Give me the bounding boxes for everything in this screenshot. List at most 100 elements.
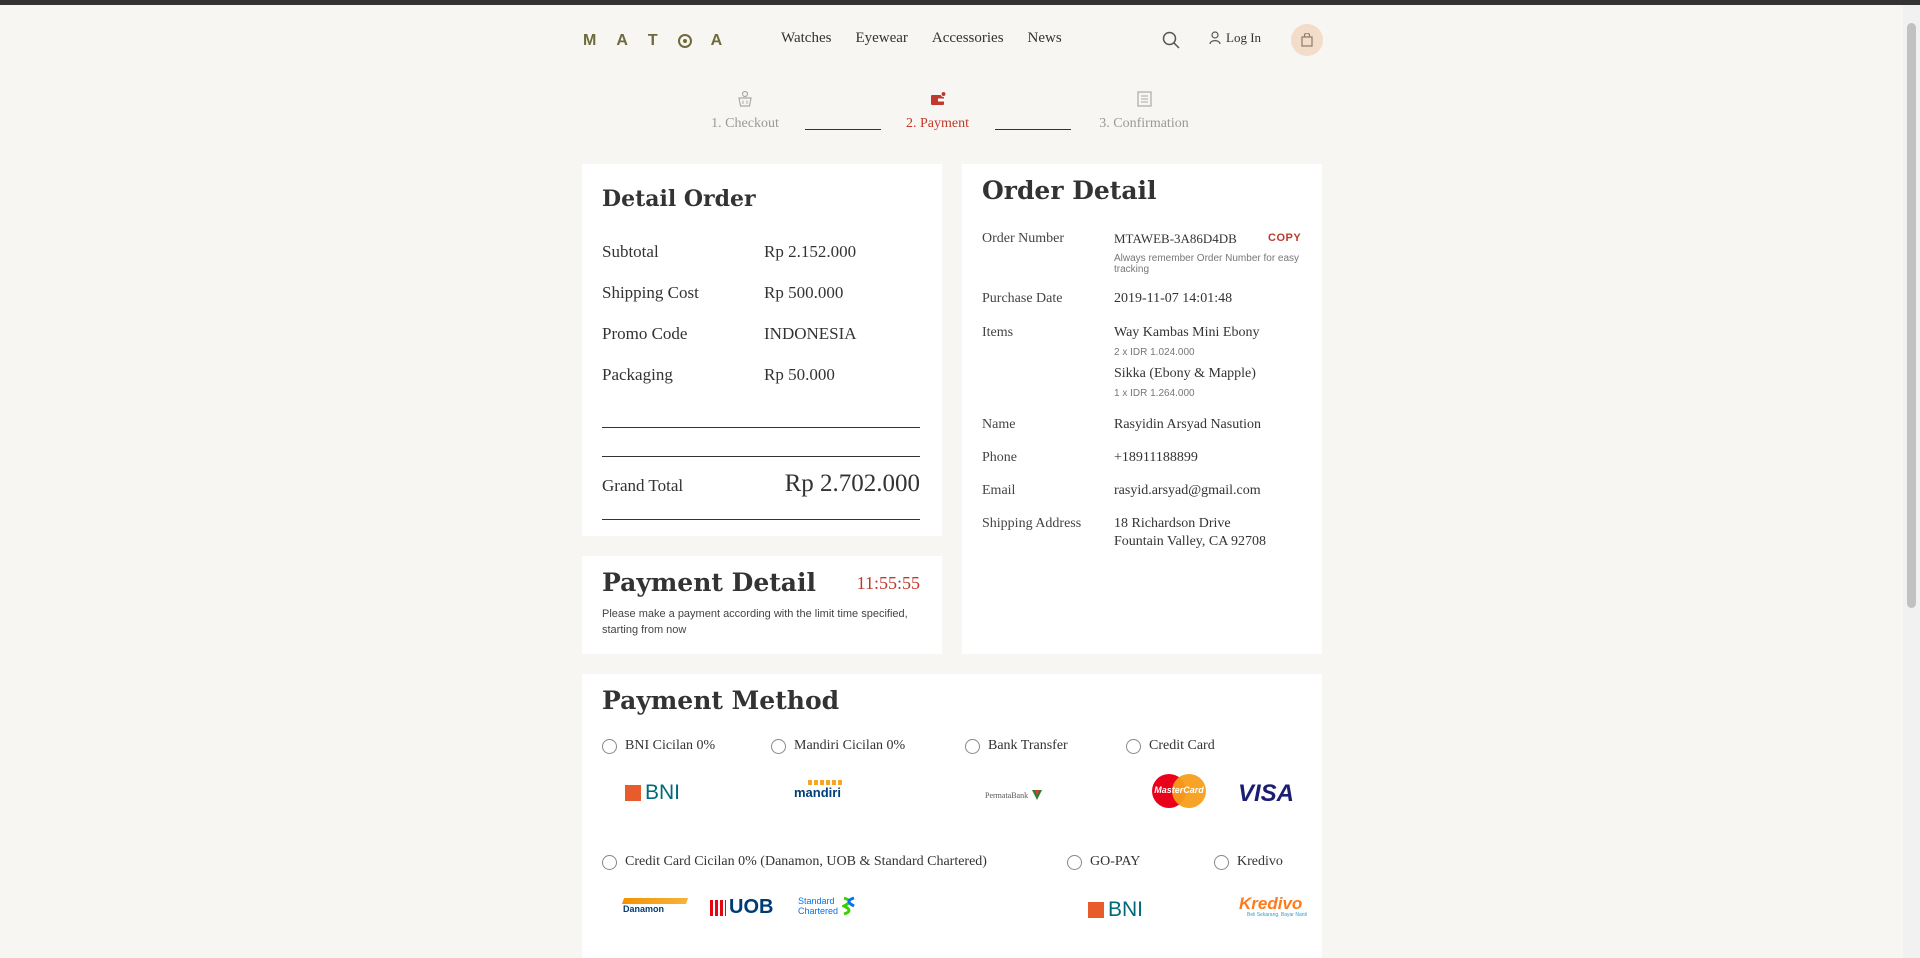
- mandiri-logo: mandiri: [794, 780, 844, 800]
- option-bank-transfer[interactable]: Bank Transfer: [965, 738, 1068, 754]
- radio-button[interactable]: [965, 738, 980, 754]
- order-detail-title: Order Detail: [982, 176, 1157, 205]
- step-divider: [995, 129, 1071, 130]
- payment-detail-title: Payment Detail: [602, 568, 816, 597]
- radio-button[interactable]: [1126, 738, 1141, 754]
- basket-icon: [738, 90, 752, 107]
- shipping-cost-value: Rp 500.000: [764, 283, 844, 302]
- shipping-address-line2: Fountain Valley, CA 92708: [1114, 534, 1267, 549]
- mastercard-logo: MasterCard: [1152, 774, 1206, 808]
- item-detail: 2 x IDR 1.024.000: [1114, 347, 1195, 358]
- nav-accessories[interactable]: Accessories: [932, 30, 1004, 47]
- nav-watches[interactable]: Watches: [781, 30, 831, 47]
- matoa-logo[interactable]: M A T A: [583, 32, 723, 50]
- cart-button[interactable]: [1291, 24, 1323, 56]
- item-detail: 1 x IDR 1.264.000: [1114, 388, 1195, 399]
- step-confirmation: 3. Confirmation: [1088, 90, 1200, 132]
- step-label: 2. Payment: [906, 116, 969, 131]
- radio-button[interactable]: [602, 738, 617, 754]
- promo-code-label: Promo Code: [602, 324, 688, 343]
- bni-logo: BNI: [625, 781, 680, 805]
- radio-button[interactable]: [1214, 854, 1229, 870]
- option-label: Credit Card: [1149, 738, 1215, 753]
- shipping-address-label: Shipping Address: [982, 516, 1082, 531]
- bni-logo-gopay: BNI: [1088, 898, 1143, 922]
- permata-logo: PermataBank: [985, 788, 1044, 802]
- user-icon: [1209, 31, 1221, 45]
- option-credit-card-cicilan[interactable]: Credit Card Cicilan 0% (Danamon, UOB & S…: [602, 854, 987, 870]
- packaging-value: Rp 50.000: [764, 365, 835, 384]
- purchase-date-value: 2019-11-07 14:01:48: [1114, 291, 1233, 306]
- shopping-bag-icon: [1301, 33, 1313, 47]
- login-link[interactable]: Log In: [1209, 30, 1261, 46]
- permata-mark-icon: [1032, 790, 1043, 800]
- copy-button[interactable]: COPY: [1268, 232, 1301, 244]
- option-gopay[interactable]: GO-PAY: [1067, 854, 1140, 870]
- radio-button[interactable]: [771, 738, 786, 754]
- radio-button[interactable]: [602, 854, 617, 870]
- danamon-logo: Danamon: [621, 898, 689, 914]
- items-label: Items: [982, 325, 1014, 340]
- order-number-value: MTAWEB-3A86D4DB: [1114, 231, 1237, 246]
- uob-logo: UOB: [710, 896, 773, 919]
- packaging-label: Packaging: [602, 365, 673, 384]
- danamon-stripe-icon: [621, 898, 689, 904]
- payment-detail-card: Payment Detail 11:55:55 Please make a pa…: [582, 556, 942, 654]
- wallet-icon: [930, 91, 946, 105]
- option-credit-card[interactable]: Credit Card: [1126, 738, 1215, 754]
- grand-total-value: Rp 2.702.000: [784, 470, 920, 497]
- order-number-hint: Always remember Order Number for easy tr…: [1114, 253, 1300, 275]
- step-payment: 2. Payment: [895, 90, 980, 132]
- search-icon[interactable]: [1162, 31, 1180, 49]
- uob-mark-icon: [710, 899, 726, 916]
- name-value: Rasyidin Arsyad Nasution: [1114, 417, 1261, 432]
- nav-eyewear[interactable]: Eyewear: [855, 30, 907, 47]
- order-number-label: Order Number: [982, 231, 1065, 246]
- browser-top-bar: [0, 0, 1920, 5]
- payment-method-title: Payment Method: [602, 686, 840, 715]
- standard-chartered-mark-icon: [842, 896, 855, 916]
- main-nav: Watches Eyewear Accessories News: [781, 30, 1062, 47]
- login-label: Log In: [1226, 30, 1262, 45]
- radio-button[interactable]: [1067, 854, 1082, 870]
- option-label: BNI Cicilan 0%: [625, 738, 716, 753]
- payment-method-card: Payment Method BNI Cicilan 0% Mandiri Ci…: [582, 674, 1322, 958]
- divider: [602, 519, 920, 520]
- standard-chartered-logo: Standard Chartered: [798, 896, 856, 916]
- step-label: 1. Checkout: [711, 116, 779, 131]
- purchase-date-label: Purchase Date: [982, 291, 1063, 306]
- order-detail-card: Order Detail Order Number MTAWEB-3A86D4D…: [962, 164, 1322, 654]
- logo-letter: A: [710, 32, 724, 49]
- subtotal-label: Subtotal: [602, 242, 659, 261]
- scrollbar-thumb[interactable]: [1907, 23, 1916, 608]
- bni-mark-icon: [625, 785, 641, 801]
- email-value: rasyid.arsyad@gmail.com: [1114, 483, 1261, 498]
- promo-code-value: INDONESIA: [764, 324, 857, 343]
- shipping-address-line1: 18 Richardson Drive: [1114, 516, 1231, 531]
- item-name: Way Kambas Mini Ebony: [1114, 325, 1260, 340]
- shipping-cost-label: Shipping Cost: [602, 283, 699, 302]
- kredivo-logo: Kredivo Beli Sekarang, Bayar Nanti: [1239, 894, 1308, 918]
- step-label: 3. Confirmation: [1099, 116, 1189, 131]
- payment-timer: 11:55:55: [856, 573, 920, 593]
- logo-letter: T: [647, 32, 659, 49]
- step-checkout: 1. Checkout: [705, 90, 785, 132]
- divider: [602, 456, 920, 457]
- option-label: GO-PAY: [1090, 854, 1141, 869]
- visa-logo: VISA: [1238, 780, 1295, 807]
- option-kredivo[interactable]: Kredivo: [1214, 854, 1283, 870]
- logo-letter: M: [583, 32, 598, 49]
- option-label: Credit Card Cicilan 0% (Danamon, UOB & S…: [625, 854, 987, 869]
- option-label: Bank Transfer: [988, 738, 1068, 753]
- subtotal-value: Rp 2.152.000: [764, 242, 857, 261]
- scrollbar[interactable]: [1903, 5, 1920, 958]
- grand-total-label: Grand Total: [602, 476, 684, 495]
- option-mandiri-cicilan[interactable]: Mandiri Cicilan 0%: [771, 738, 905, 754]
- option-label: Kredivo: [1237, 854, 1283, 869]
- phone-label: Phone: [982, 450, 1017, 465]
- logo-letter: A: [616, 32, 629, 49]
- nav-news[interactable]: News: [1028, 30, 1062, 47]
- logo-letter-o-icon: [677, 34, 692, 48]
- phone-value: +18911188899: [1114, 450, 1198, 465]
- option-bni-cicilan[interactable]: BNI Cicilan 0%: [602, 738, 715, 754]
